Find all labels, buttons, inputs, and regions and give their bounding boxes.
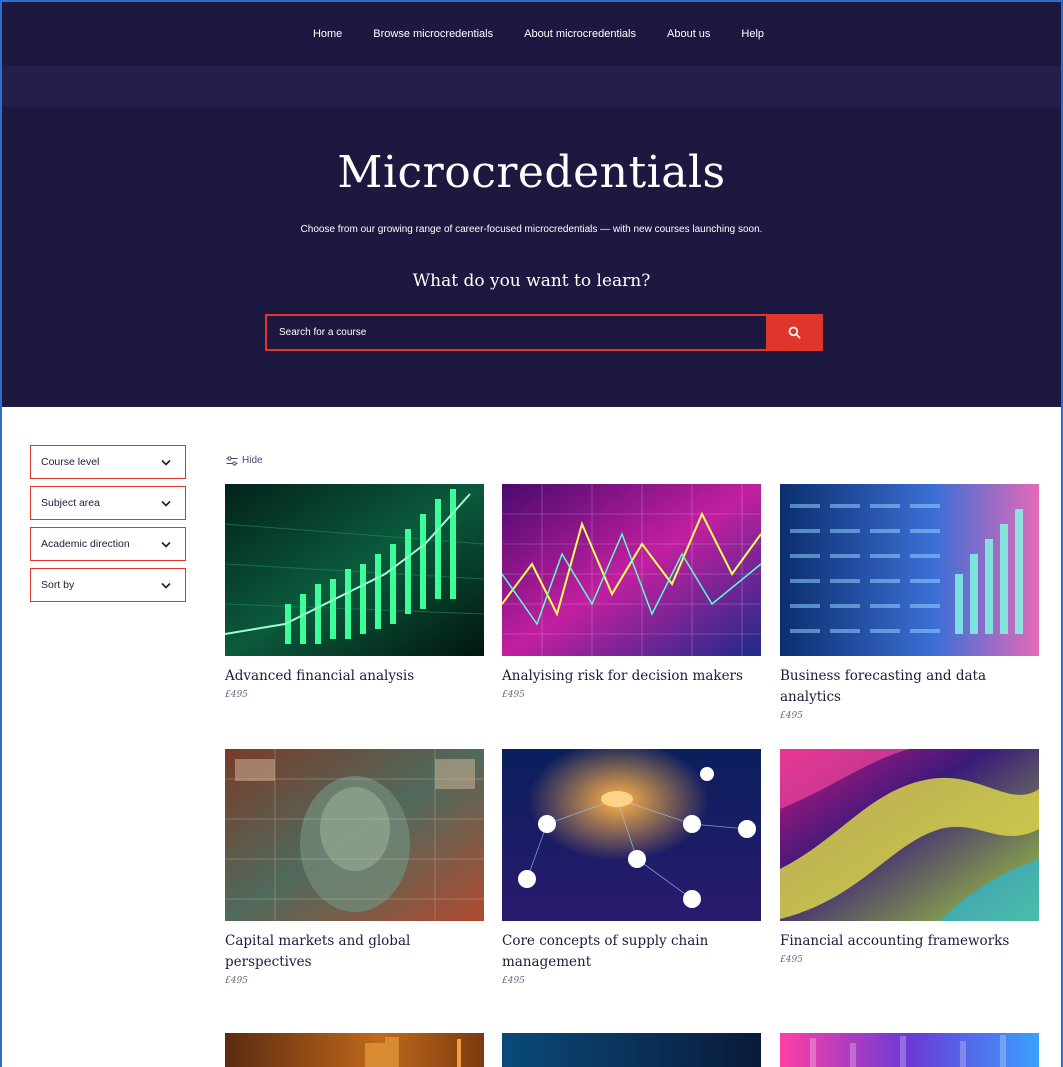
course-title[interactable]: Advanced financial analysis — [225, 666, 484, 687]
search-input[interactable] — [265, 314, 766, 351]
search-button[interactable] — [766, 314, 823, 351]
course-title[interactable]: Business forecasting and data analytics — [780, 666, 1039, 708]
nav-about-microcredentials[interactable]: About microcredentials — [524, 28, 636, 40]
course-title[interactable]: Core concepts of supply chain management — [502, 931, 761, 973]
filter-label: Course level — [41, 456, 100, 468]
course-image-supply-chain[interactable] — [502, 749, 761, 921]
search-icon — [788, 326, 801, 339]
search-heading: What do you want to learn? — [412, 271, 651, 291]
course-price: £495 — [780, 955, 803, 965]
filter-subject-area[interactable]: Subject area — [30, 486, 186, 520]
course-title[interactable]: Analyising risk for decision makers — [502, 666, 761, 687]
filter-course-level[interactable]: Course level — [30, 445, 186, 479]
filter-sidebar: Course level Subject area Academic direc… — [30, 445, 186, 609]
filter-academic-direction[interactable]: Academic direction — [30, 527, 186, 561]
filter-label: Sort by — [41, 579, 75, 591]
nav-home[interactable]: Home — [313, 28, 342, 40]
course-search — [265, 314, 823, 351]
course-price: £495 — [502, 976, 525, 986]
page-title: Microcredentials — [337, 147, 726, 198]
filter-label: Academic direction — [41, 538, 130, 550]
course-image-partial[interactable] — [502, 1033, 761, 1067]
course-image-partial[interactable] — [780, 1033, 1039, 1067]
nav-browse-microcredentials[interactable]: Browse microcredentials — [373, 28, 493, 40]
hide-filters-toggle[interactable]: Hide — [226, 455, 263, 466]
chevron-down-icon — [161, 541, 171, 548]
course-image-capital-markets[interactable] — [225, 749, 484, 921]
nav-help[interactable]: Help — [741, 28, 764, 40]
course-card[interactable]: Core concepts of supply chain management… — [502, 749, 761, 986]
course-card[interactable]: Capital markets and global perspectives … — [225, 749, 484, 986]
course-card[interactable]: Analyising risk for decision makers £495 — [502, 484, 761, 700]
course-price: £495 — [780, 711, 803, 721]
course-card[interactable]: Advanced financial analysis £495 — [225, 484, 484, 700]
course-card[interactable]: Business forecasting and data analytics … — [780, 484, 1039, 721]
course-image-risk[interactable] — [502, 484, 761, 656]
chevron-down-icon — [161, 500, 171, 507]
chevron-down-icon — [161, 582, 171, 589]
top-navigation: Home Browse microcredentials About micro… — [0, 0, 1063, 66]
secondary-nav-band — [0, 66, 1063, 107]
course-image-accounting[interactable] — [780, 749, 1039, 921]
course-card[interactable]: Financial accounting frameworks £495 — [780, 749, 1039, 965]
course-card-partial[interactable] — [780, 1033, 1039, 1067]
filter-label: Subject area — [41, 497, 100, 509]
course-price: £495 — [225, 690, 248, 700]
course-price: £495 — [502, 690, 525, 700]
course-card-partial[interactable] — [225, 1033, 484, 1067]
course-title[interactable]: Financial accounting frameworks — [780, 931, 1039, 952]
chevron-down-icon — [161, 459, 171, 466]
hero-intro: Choose from our growing range of career-… — [300, 224, 763, 235]
course-image-forecasting[interactable] — [780, 484, 1039, 656]
sliders-icon — [226, 455, 238, 466]
course-title[interactable]: Capital markets and global perspectives — [225, 931, 484, 973]
hero-section: Microcredentials Choose from our growing… — [0, 107, 1063, 407]
course-card-partial[interactable] — [502, 1033, 761, 1067]
hide-label: Hide — [242, 455, 263, 466]
course-price: £495 — [225, 976, 248, 986]
course-image-financial-analysis[interactable] — [225, 484, 484, 656]
nav-about-us[interactable]: About us — [667, 28, 710, 40]
filter-sort-by[interactable]: Sort by — [30, 568, 186, 602]
course-image-partial[interactable] — [225, 1033, 484, 1067]
